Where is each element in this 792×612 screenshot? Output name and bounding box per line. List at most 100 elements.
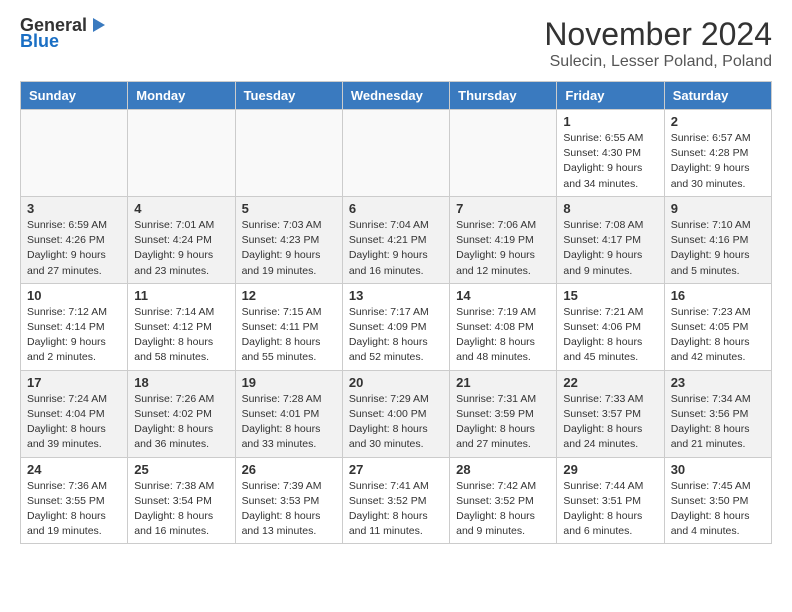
header: General Blue November 2024 Sulecin, Less… (20, 16, 772, 71)
day-header-monday: Monday (128, 82, 235, 110)
calendar-cell: 8 Sunrise: 7:08 AMSunset: 4:17 PMDaylight… (557, 196, 664, 283)
day-number: 28 (456, 462, 550, 477)
day-info: Sunrise: 7:42 AMSunset: 3:52 PMDaylight:… (456, 479, 550, 540)
calendar-cell: 25 Sunrise: 7:38 AMSunset: 3:54 PMDayligh… (128, 457, 235, 544)
calendar-cell: 10 Sunrise: 7:12 AMSunset: 4:14 PMDayligh… (21, 283, 128, 370)
calendar-cell (342, 110, 449, 197)
calendar-cell (450, 110, 557, 197)
day-info: Sunrise: 7:17 AMSunset: 4:09 PMDaylight:… (349, 305, 443, 366)
day-info: Sunrise: 7:04 AMSunset: 4:21 PMDaylight:… (349, 218, 443, 279)
day-info: Sunrise: 6:59 AMSunset: 4:26 PMDaylight:… (27, 218, 121, 279)
title-block: November 2024 Sulecin, Lesser Poland, Po… (544, 16, 772, 71)
day-number: 18 (134, 375, 228, 390)
calendar-cell: 28 Sunrise: 7:42 AMSunset: 3:52 PMDayligh… (450, 457, 557, 544)
day-number: 20 (349, 375, 443, 390)
calendar-cell: 14 Sunrise: 7:19 AMSunset: 4:08 PMDayligh… (450, 283, 557, 370)
day-info: Sunrise: 7:38 AMSunset: 3:54 PMDaylight:… (134, 479, 228, 540)
day-number: 8 (563, 201, 657, 216)
day-info: Sunrise: 7:08 AMSunset: 4:17 PMDaylight:… (563, 218, 657, 279)
calendar-cell (235, 110, 342, 197)
day-number: 10 (27, 288, 121, 303)
day-info: Sunrise: 7:28 AMSunset: 4:01 PMDaylight:… (242, 392, 336, 453)
day-info: Sunrise: 7:45 AMSunset: 3:50 PMDaylight:… (671, 479, 765, 540)
day-info: Sunrise: 6:57 AMSunset: 4:28 PMDaylight:… (671, 131, 765, 192)
calendar-cell: 20 Sunrise: 7:29 AMSunset: 4:00 PMDayligh… (342, 370, 449, 457)
day-header-wednesday: Wednesday (342, 82, 449, 110)
calendar-cell: 17Sunrise: 7:24 AMSunset: 4:04 PMDayligh… (21, 370, 128, 457)
day-info: Sunrise: 7:23 AMSunset: 4:05 PMDaylight:… (671, 305, 765, 366)
day-number: 27 (349, 462, 443, 477)
day-number: 19 (242, 375, 336, 390)
day-header-tuesday: Tuesday (235, 82, 342, 110)
day-number: 30 (671, 462, 765, 477)
calendar-cell: 6 Sunrise: 7:04 AMSunset: 4:21 PMDaylight… (342, 196, 449, 283)
calendar-cell: 11Sunrise: 7:14 AMSunset: 4:12 PMDayligh… (128, 283, 235, 370)
day-info: Sunrise: 7:29 AMSunset: 4:00 PMDaylight:… (349, 392, 443, 453)
calendar-week-3: 10 Sunrise: 7:12 AMSunset: 4:14 PMDayligh… (21, 283, 772, 370)
calendar-cell: 22 Sunrise: 7:33 AMSunset: 3:57 PMDayligh… (557, 370, 664, 457)
day-info: Sunrise: 7:12 AMSunset: 4:14 PMDaylight:… (27, 305, 121, 366)
calendar-cell: 15Sunrise: 7:21 AMSunset: 4:06 PMDayligh… (557, 283, 664, 370)
day-number: 22 (563, 375, 657, 390)
calendar-week-4: 17Sunrise: 7:24 AMSunset: 4:04 PMDayligh… (21, 370, 772, 457)
calendar-table: SundayMondayTuesdayWednesdayThursdayFrid… (20, 81, 772, 544)
day-number: 15 (563, 288, 657, 303)
calendar-cell: 5 Sunrise: 7:03 AMSunset: 4:23 PMDaylight… (235, 196, 342, 283)
day-info: Sunrise: 7:31 AMSunset: 3:59 PMDaylight:… (456, 392, 550, 453)
sub-title: Sulecin, Lesser Poland, Poland (544, 53, 772, 71)
day-info: Sunrise: 7:15 AMSunset: 4:11 PMDaylight:… (242, 305, 336, 366)
main-title: November 2024 (544, 16, 772, 53)
day-number: 4 (134, 201, 228, 216)
day-info: Sunrise: 7:19 AMSunset: 4:08 PMDaylight:… (456, 305, 550, 366)
day-number: 23 (671, 375, 765, 390)
day-info: Sunrise: 7:44 AMSunset: 3:51 PMDaylight:… (563, 479, 657, 540)
calendar-header-row: SundayMondayTuesdayWednesdayThursdayFrid… (21, 82, 772, 110)
day-number: 25 (134, 462, 228, 477)
day-header-sunday: Sunday (21, 82, 128, 110)
calendar-cell: 2Sunrise: 6:57 AMSunset: 4:28 PMDaylight… (664, 110, 771, 197)
day-number: 3 (27, 201, 121, 216)
calendar-cell: 1Sunrise: 6:55 AMSunset: 4:30 PMDaylight… (557, 110, 664, 197)
page: General Blue November 2024 Sulecin, Less… (0, 0, 792, 560)
calendar-cell (21, 110, 128, 197)
day-info: Sunrise: 7:39 AMSunset: 3:53 PMDaylight:… (242, 479, 336, 540)
calendar-cell: 18 Sunrise: 7:26 AMSunset: 4:02 PMDayligh… (128, 370, 235, 457)
calendar-cell: 9 Sunrise: 7:10 AMSunset: 4:16 PMDaylight… (664, 196, 771, 283)
day-number: 26 (242, 462, 336, 477)
day-info: Sunrise: 7:03 AMSunset: 4:23 PMDaylight:… (242, 218, 336, 279)
day-info: Sunrise: 7:14 AMSunset: 4:12 PMDaylight:… (134, 305, 228, 366)
day-info: Sunrise: 7:33 AMSunset: 3:57 PMDaylight:… (563, 392, 657, 453)
calendar-cell: 30 Sunrise: 7:45 AMSunset: 3:50 PMDayligh… (664, 457, 771, 544)
day-number: 5 (242, 201, 336, 216)
day-number: 6 (349, 201, 443, 216)
day-number: 1 (563, 114, 657, 129)
day-header-friday: Friday (557, 82, 664, 110)
day-info: Sunrise: 7:36 AMSunset: 3:55 PMDaylight:… (27, 479, 121, 540)
calendar-cell: 21Sunrise: 7:31 AMSunset: 3:59 PMDayligh… (450, 370, 557, 457)
calendar-body: 1Sunrise: 6:55 AMSunset: 4:30 PMDaylight… (21, 110, 772, 544)
calendar-cell: 27 Sunrise: 7:41 AMSunset: 3:52 PMDayligh… (342, 457, 449, 544)
day-number: 16 (671, 288, 765, 303)
day-info: Sunrise: 7:24 AMSunset: 4:04 PMDaylight:… (27, 392, 121, 453)
day-number: 7 (456, 201, 550, 216)
day-info: Sunrise: 7:06 AMSunset: 4:19 PMDaylight:… (456, 218, 550, 279)
calendar-cell: 19 Sunrise: 7:28 AMSunset: 4:01 PMDayligh… (235, 370, 342, 457)
calendar-cell: 7 Sunrise: 7:06 AMSunset: 4:19 PMDaylight… (450, 196, 557, 283)
calendar-cell: 3 Sunrise: 6:59 AMSunset: 4:26 PMDaylight… (21, 196, 128, 283)
calendar-week-5: 24 Sunrise: 7:36 AMSunset: 3:55 PMDayligh… (21, 457, 772, 544)
calendar-cell: 4Sunrise: 7:01 AMSunset: 4:24 PMDaylight… (128, 196, 235, 283)
day-info: Sunrise: 7:10 AMSunset: 4:16 PMDaylight:… (671, 218, 765, 279)
day-number: 12 (242, 288, 336, 303)
day-info: Sunrise: 7:41 AMSunset: 3:52 PMDaylight:… (349, 479, 443, 540)
day-info: Sunrise: 7:34 AMSunset: 3:56 PMDaylight:… (671, 392, 765, 453)
day-number: 24 (27, 462, 121, 477)
day-number: 13 (349, 288, 443, 303)
day-number: 14 (456, 288, 550, 303)
calendar-cell: 26 Sunrise: 7:39 AMSunset: 3:53 PMDayligh… (235, 457, 342, 544)
day-number: 9 (671, 201, 765, 216)
calendar-week-2: 3 Sunrise: 6:59 AMSunset: 4:26 PMDaylight… (21, 196, 772, 283)
day-info: Sunrise: 7:26 AMSunset: 4:02 PMDaylight:… (134, 392, 228, 453)
calendar-cell: 16 Sunrise: 7:23 AMSunset: 4:05 PMDayligh… (664, 283, 771, 370)
calendar-week-1: 1Sunrise: 6:55 AMSunset: 4:30 PMDaylight… (21, 110, 772, 197)
day-number: 29 (563, 462, 657, 477)
